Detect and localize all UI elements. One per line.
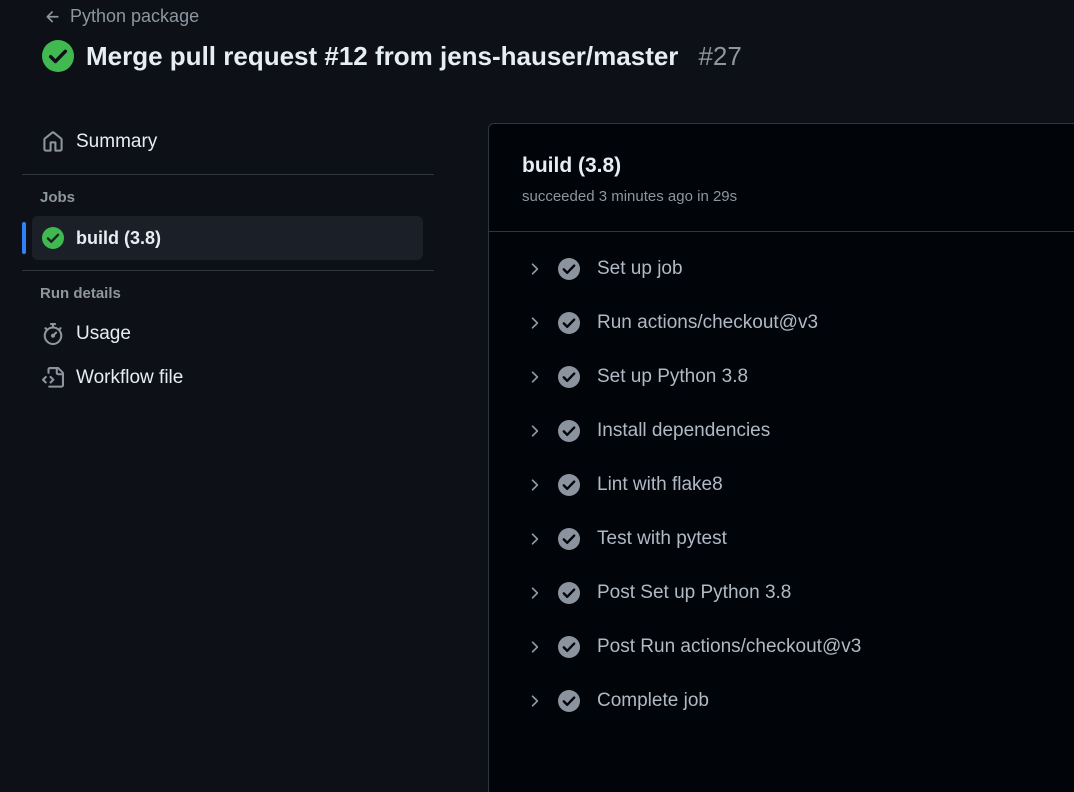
sidebar-item-usage-label: Usage (76, 323, 131, 344)
step-row[interactable]: Test with pytest (489, 512, 1074, 566)
jobs-heading: Jobs (40, 189, 76, 206)
sidebar: Summary Jobs build (3.8) Run details Usa… (22, 120, 434, 400)
step-label: Complete job (597, 690, 709, 711)
chevron-right-icon (531, 371, 539, 383)
step-row[interactable]: Run actions/checkout@v3 (489, 296, 1074, 350)
run-number: #27 (698, 40, 742, 71)
job-title: build (3.8) (522, 154, 622, 177)
chevron-right-icon (531, 263, 539, 275)
workflow-run-page: Python package Merge pull request #12 fr… (0, 0, 1074, 792)
step-row[interactable]: Post Run actions/checkout@v3 (489, 620, 1074, 674)
step-label: Lint with flake8 (597, 474, 723, 495)
home-icon (43, 131, 63, 152)
step-row[interactable]: Complete job (489, 674, 1074, 728)
chevron-right-icon (531, 533, 539, 545)
job-meta: succeeded 3 minutes ago in 29s (522, 188, 738, 205)
sidebar-item-usage[interactable]: Usage (22, 312, 434, 356)
back-link[interactable]: Python package (44, 6, 199, 27)
step-label: Post Set up Python 3.8 (597, 582, 792, 603)
step-label: Set up Python 3.8 (597, 366, 749, 387)
chevron-right-icon (531, 317, 539, 329)
arrow-left-icon (46, 10, 59, 22)
sidebar-divider (22, 270, 434, 271)
run-details-heading: Run details (40, 285, 121, 302)
check-circle-fill-icon (558, 258, 580, 280)
job-header: build (3.8) succeeded 3 minutes ago in 2… (489, 124, 1074, 232)
file-code-icon (42, 367, 64, 388)
job-panel: build (3.8) succeeded 3 minutes ago in 2… (488, 123, 1074, 792)
check-circle-fill-icon (558, 366, 580, 388)
check-circle-fill-icon (558, 312, 580, 334)
check-circle-fill-icon (558, 636, 580, 658)
check-circle-fill-icon (42, 40, 74, 72)
chevron-right-icon (531, 479, 539, 491)
sidebar-item-workflow-file[interactable]: Workflow file (22, 356, 434, 400)
check-circle-fill-icon (558, 528, 580, 550)
check-circle-fill-icon (558, 582, 580, 604)
step-row[interactable]: Post Set up Python 3.8 (489, 566, 1074, 620)
sidebar-item-job-build[interactable]: build (3.8) (22, 216, 423, 260)
check-circle-fill-icon (558, 690, 580, 712)
step-row[interactable]: Install dependencies (489, 404, 1074, 458)
check-circle-fill-icon (42, 227, 64, 249)
step-label: Set up job (597, 258, 683, 279)
step-row[interactable]: Set up Python 3.8 (489, 350, 1074, 404)
step-row[interactable]: Lint with flake8 (489, 458, 1074, 512)
steps-list: Set up job Run actions/checkout@v3 Set u… (489, 232, 1074, 728)
chevron-right-icon (531, 641, 539, 653)
page-title: Merge pull request #12 from jens-hauser/… (86, 40, 679, 71)
step-label: Install dependencies (597, 420, 771, 441)
check-circle-fill-icon (558, 474, 580, 496)
check-circle-fill-icon (558, 420, 580, 442)
step-label: Post Run actions/checkout@v3 (597, 636, 862, 657)
step-row[interactable]: Set up job (489, 242, 1074, 296)
sidebar-divider (22, 174, 434, 175)
chevron-right-icon (531, 425, 539, 437)
sidebar-item-summary[interactable]: Summary (22, 120, 434, 164)
stopwatch-icon (43, 323, 63, 345)
chevron-right-icon (531, 587, 539, 599)
step-label: Test with pytest (597, 528, 727, 549)
job-label: build (3.8) (76, 227, 161, 248)
back-link-label: Python package (70, 6, 200, 26)
sidebar-item-summary-label: Summary (76, 131, 158, 152)
sidebar-item-workflow-file-label: Workflow file (76, 367, 184, 388)
page-title-row: Merge pull request #12 from jens-hauser/… (42, 40, 742, 72)
chevron-right-icon (531, 695, 539, 707)
step-label: Run actions/checkout@v3 (597, 312, 819, 333)
